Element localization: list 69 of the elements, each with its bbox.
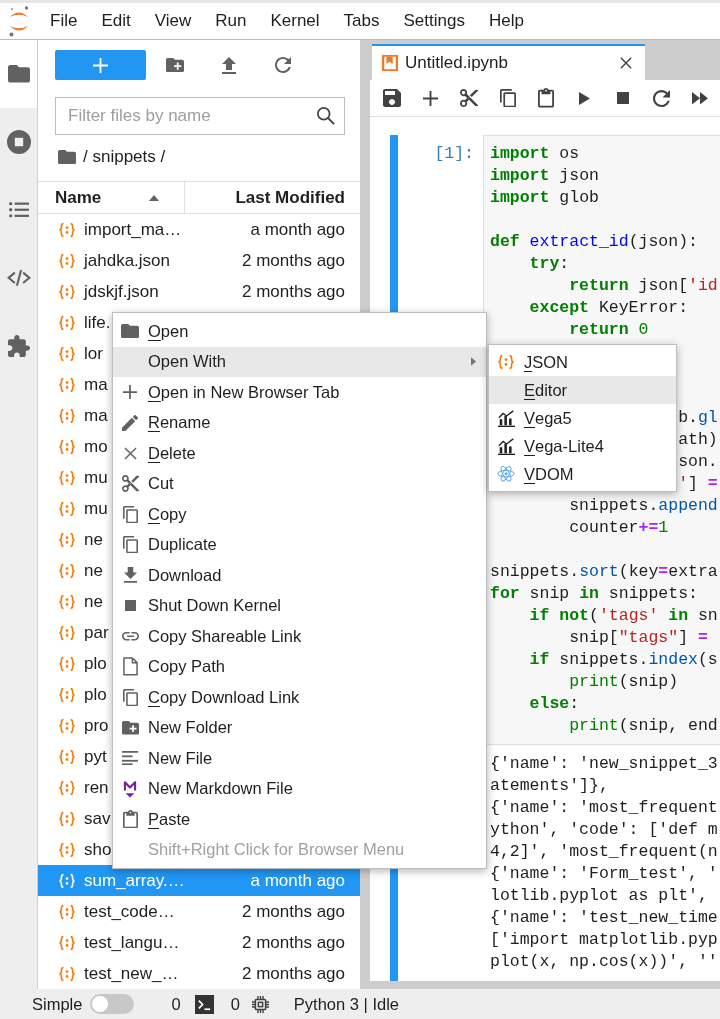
code-line: counter+=1	[569, 517, 669, 539]
code-line: try:	[529, 253, 570, 275]
file-name: sho	[84, 839, 112, 860]
code-line: import glob	[490, 187, 599, 209]
modified-date: 2 months ago	[242, 932, 345, 953]
file-name: pro	[84, 715, 109, 736]
terminal-count: 0	[171, 994, 181, 1014]
code-line: ath)	[678, 429, 718, 451]
modified-date: 2 months ago	[242, 281, 345, 302]
file-name: plo	[84, 653, 107, 674]
output-line: 4,2]', 'most_frequent(n	[490, 841, 718, 863]
code-line: if not('tags' in sn	[529, 605, 718, 627]
file-name: ren	[84, 777, 109, 798]
code-line: def extract_id(json):	[490, 231, 698, 253]
code-line: import os	[490, 143, 580, 165]
file-name: plo	[84, 684, 107, 705]
modified-date: 2 months ago	[242, 901, 345, 922]
code-line: '] =	[678, 473, 718, 495]
code-line: if snippets.index(s	[529, 649, 718, 671]
file-name: ne	[84, 560, 103, 581]
file-name: pyt	[84, 746, 107, 767]
output-line: {'name': 'test_new_time	[490, 907, 718, 929]
output-line: lotlib.pyplot as plt',	[490, 885, 708, 907]
file-name: jdskjf.json	[84, 281, 159, 302]
file-name: ne	[84, 529, 103, 550]
file-name: test_code…	[84, 901, 175, 922]
file-name: life.	[84, 312, 111, 333]
code-line: snip["tags"] =	[569, 627, 708, 649]
modified-date: a month ago	[250, 870, 345, 891]
output-line: ython', 'code': ['def m	[490, 819, 718, 841]
file-name: mo	[84, 436, 108, 457]
menu-item: Shift+Right Click for Browser Menu	[147, 839, 406, 861]
code-line: import json	[490, 165, 599, 187]
file-name: lor	[84, 343, 103, 364]
modified-date: 2 months ago	[242, 250, 345, 271]
file-name: sum_array.…	[84, 870, 185, 891]
file-name: import_ma…	[84, 219, 182, 240]
code-line: return json['id	[569, 275, 718, 297]
output-line: ['import matplotlib.pyp	[490, 929, 718, 951]
code-line: else:	[529, 693, 580, 715]
output-line: {'name': 'Form_test', '	[490, 863, 718, 885]
kernel-count: 0	[230, 994, 240, 1014]
output-line: {'name': 'most_frequent	[490, 797, 718, 819]
code-line: print(snip)	[569, 671, 679, 693]
code-line: snippets.append	[569, 495, 718, 517]
file-name: sav	[84, 808, 111, 829]
modified-date: 2 months ago	[242, 963, 345, 984]
code-line: for snip in snippets:	[490, 583, 698, 605]
mode-label: Simple	[32, 994, 83, 1014]
file-name: ma	[84, 374, 108, 395]
modified-date: a month ago	[250, 219, 345, 240]
code-line: return 0	[569, 319, 649, 341]
file-name: ne	[84, 591, 103, 612]
output-line: atements']},	[490, 775, 609, 797]
file-name: mu	[84, 467, 108, 488]
file-name: jahdka.json	[84, 250, 170, 271]
file-name: test_new_…	[84, 963, 179, 984]
cell-prompt: [1]:	[434, 143, 474, 165]
code-line: b.gl	[678, 407, 718, 429]
output-line: {'name': 'new_snippet_3	[490, 753, 718, 775]
file-name: ma	[84, 405, 108, 426]
code-line: except KeyError:	[529, 297, 689, 319]
file-name: mu	[84, 498, 108, 519]
file-name: test_langu…	[84, 932, 180, 953]
code-line: snippets.sort(key=extra	[490, 561, 718, 583]
code-line: print(snip, end	[569, 715, 718, 737]
file-name: par	[84, 622, 109, 643]
output-line: plot(x, np.cos(x))', ''	[490, 951, 718, 973]
code-line: son.	[678, 451, 718, 473]
